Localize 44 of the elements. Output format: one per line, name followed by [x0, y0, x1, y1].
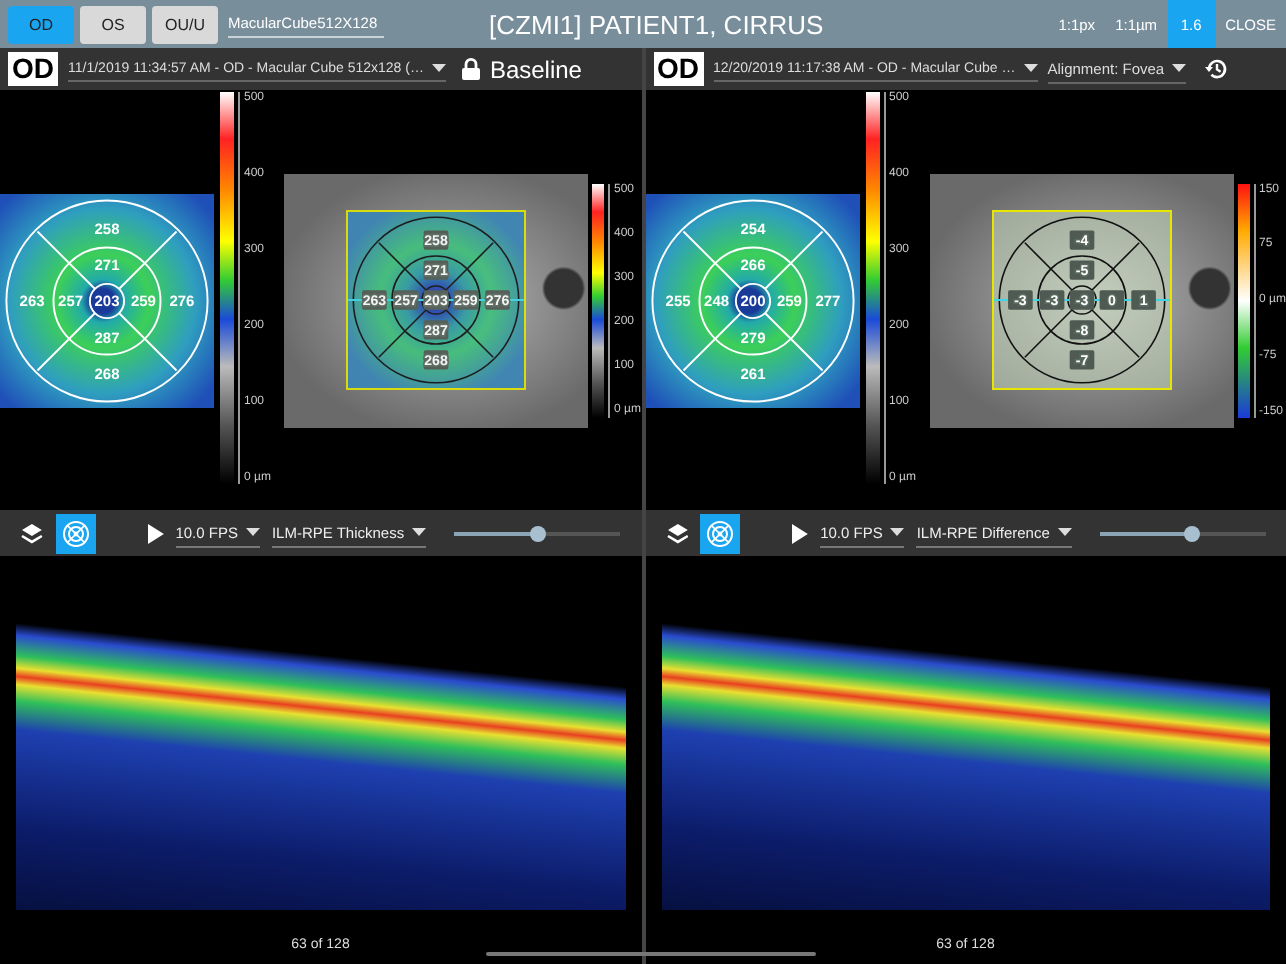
sector-value: 287: [94, 327, 120, 346]
sector-value: 263: [19, 291, 45, 310]
eye-tab[interactable]: OD: [8, 5, 74, 43]
caret-icon: [245, 528, 260, 536]
play-icon[interactable]: [792, 523, 809, 543]
slider-thumb[interactable]: [1183, 525, 1200, 541]
sector-value: 277: [814, 291, 840, 310]
eye-badge: OD: [8, 52, 58, 86]
sector-value: 268: [94, 364, 120, 383]
target-button[interactable]: [55, 513, 96, 553]
eye-tab[interactable]: OS: [80, 5, 146, 43]
sector-value: 254: [739, 218, 765, 237]
target-icon: [706, 519, 735, 547]
patient-title: [CZMI1] PATIENT1, CIRRUS: [487, 9, 826, 39]
sector-value: 279: [739, 327, 765, 346]
slider-thumb[interactable]: [529, 525, 546, 541]
caret-icon: [412, 528, 427, 536]
target-button[interactable]: [700, 513, 741, 553]
sector-value: 200: [739, 291, 765, 310]
layers-icon[interactable]: [665, 521, 689, 545]
sector-value: 257: [58, 291, 84, 310]
layers-icon[interactable]: [20, 521, 44, 545]
caret-icon: [1172, 64, 1187, 72]
target-icon: [61, 519, 90, 547]
baseline-label: Baseline: [489, 55, 582, 83]
sector-value: 271: [94, 254, 120, 273]
eye-badge: OD: [653, 52, 703, 86]
sector-value: 276: [169, 291, 195, 310]
history-icon[interactable]: [1204, 58, 1229, 80]
eye-tab[interactable]: OU/U: [152, 5, 218, 43]
sector-value: 248: [703, 291, 729, 310]
sector-value: 203: [94, 291, 120, 310]
sector-value: 255: [664, 291, 690, 310]
sector-value: 259: [775, 291, 801, 310]
caret-icon: [1057, 528, 1072, 536]
lock-icon: [461, 58, 480, 80]
sector-value: 261: [739, 364, 765, 383]
sector-value: 266: [739, 254, 765, 273]
sector-value: 258: [94, 218, 120, 237]
sector-value: 259: [130, 291, 156, 310]
caret-icon: [890, 528, 905, 536]
caret-icon: [1023, 64, 1038, 72]
caret-icon: [431, 64, 446, 72]
play-icon[interactable]: [147, 523, 164, 543]
